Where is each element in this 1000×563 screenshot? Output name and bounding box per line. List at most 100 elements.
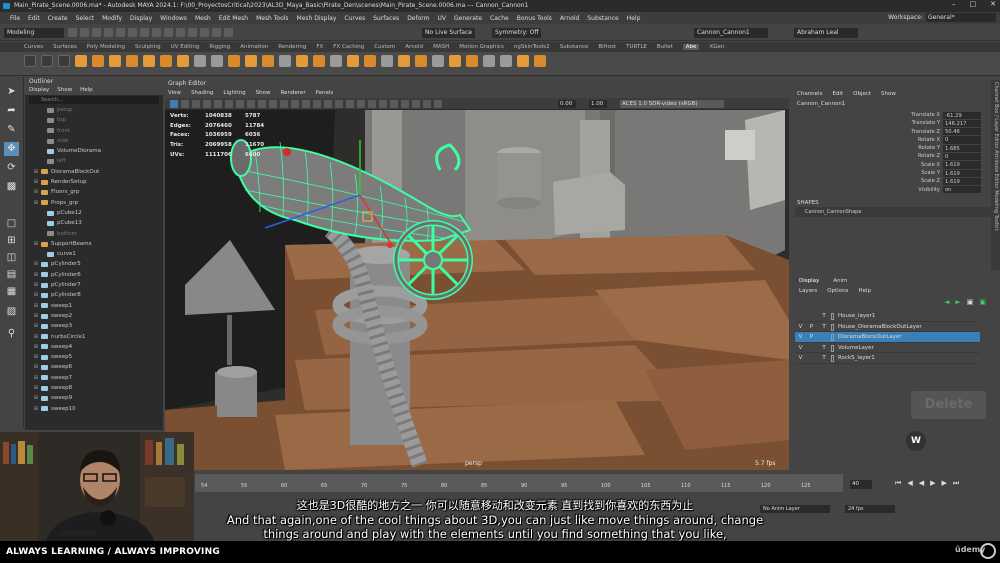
isolate-select-icon[interactable] xyxy=(390,100,398,108)
rotate-tool-icon[interactable]: ⟳ xyxy=(4,161,19,175)
menu-edit-mesh[interactable]: Edit Mesh xyxy=(219,15,248,22)
shelf-tab-custom[interactable]: Custom xyxy=(374,44,395,50)
channel-row[interactable]: Visibility on xyxy=(791,186,1000,194)
outliner-item[interactable]: ⊞ sweep9 xyxy=(25,393,163,403)
layout-persp-outliner-icon[interactable]: ▤ xyxy=(4,268,19,282)
anti-alias-icon[interactable] xyxy=(368,100,376,108)
layer-row[interactable]: V P T House_DioramaBlockOutLayer xyxy=(795,321,980,332)
channel-attr-value[interactable]: 0 xyxy=(943,136,981,144)
poly-pipe-icon[interactable] xyxy=(177,55,189,67)
quad-draw-icon[interactable] xyxy=(415,55,427,67)
layer-type-toggle[interactable]: T xyxy=(817,322,831,332)
layer-playback-toggle[interactable] xyxy=(806,343,817,353)
outliner-item[interactable]: front xyxy=(25,126,163,136)
shape-node-name[interactable]: Cannon_CannonShape xyxy=(795,206,996,217)
expand-icon[interactable]: ⊞ xyxy=(33,383,39,393)
magnify-icon[interactable]: ⚲ xyxy=(4,327,19,341)
layer-visibility-toggle[interactable]: V xyxy=(795,332,806,342)
image-plane-icon[interactable] xyxy=(203,100,211,108)
outliner-item[interactable]: ⊞ sweep8 xyxy=(25,383,163,393)
gamma-field[interactable]: 1.00 xyxy=(589,100,607,108)
shelf-tab-arnold[interactable]: Arnold xyxy=(405,44,423,50)
shelf-tab-curves[interactable]: Curves xyxy=(24,44,43,50)
time-slider[interactable]: 54 55 60 65 70 75 80 85 90 95 100 105 110 115 120 125 xyxy=(195,474,843,492)
outliner-item[interactable]: ⊞ sweep4 xyxy=(25,342,163,352)
menu-curves[interactable]: Curves xyxy=(344,15,365,22)
shelf-tab-bullet[interactable]: Bullet xyxy=(657,44,673,50)
select-tool-icon[interactable]: ➤ xyxy=(4,85,19,99)
outliner-item[interactable]: ⊞ DioramaBlockOut xyxy=(25,167,163,177)
menu-edit[interactable]: Edit xyxy=(28,15,40,22)
extrude-icon[interactable] xyxy=(228,55,240,67)
channel-menu-edit[interactable]: Edit xyxy=(832,91,843,97)
film-gate-icon[interactable] xyxy=(225,100,233,108)
menu-set-dropdown[interactable]: Modeling xyxy=(4,28,64,38)
channel-attr-value[interactable]: 1.685 xyxy=(943,144,981,152)
menu-mesh-tools[interactable]: Mesh Tools xyxy=(256,15,288,22)
menu-generate[interactable]: Generate xyxy=(454,15,482,22)
expand-icon[interactable]: ⊞ xyxy=(33,342,39,352)
object-name-field[interactable]: Cannon_Cannon1 xyxy=(694,28,768,38)
minimize-button[interactable]: – xyxy=(952,0,956,12)
viewport-menu-panels[interactable]: Panels xyxy=(316,89,334,98)
shelf-tab-xgen[interactable]: XGen xyxy=(709,44,724,50)
outliner-item[interactable]: ⊞ Floors_grp xyxy=(25,187,163,197)
layer-color-swatch[interactable] xyxy=(831,334,834,341)
layer-playback-toggle[interactable]: P xyxy=(806,322,817,332)
extra-tool-icon[interactable] xyxy=(517,55,529,67)
shelf-tab-turtle[interactable]: TURTLE xyxy=(626,44,647,50)
menu-cache[interactable]: Cache xyxy=(490,15,509,22)
select-hierarchy-icon[interactable] xyxy=(128,28,137,37)
layer-menu-options[interactable]: Options xyxy=(827,288,848,294)
outliner-item[interactable]: ⊞ pCylinder8 xyxy=(25,290,163,300)
freeze-shelf-icon[interactable] xyxy=(41,55,53,67)
layer-visibility-toggle[interactable] xyxy=(795,311,806,321)
expand-icon[interactable]: ⊞ xyxy=(33,290,39,300)
soft-select-icon[interactable] xyxy=(381,55,393,67)
safe-action-icon[interactable] xyxy=(269,100,277,108)
exposure-field[interactable]: 0.00 xyxy=(558,100,576,108)
symmetry-dropdown[interactable]: Symmetry: Off xyxy=(492,28,542,38)
workspace-dropdown[interactable]: General* xyxy=(926,13,996,22)
expand-icon[interactable]: ⊞ xyxy=(33,393,39,403)
lights-icon[interactable] xyxy=(324,100,332,108)
uv-editor-icon[interactable] xyxy=(398,55,410,67)
channel-row[interactable]: Rotate Y 1.685 xyxy=(791,144,1000,152)
outliner-item[interactable]: ⊞ sweep5 xyxy=(25,352,163,362)
poly-cone-icon[interactable] xyxy=(126,55,138,67)
smooth-icon[interactable] xyxy=(330,55,342,67)
menu-windows[interactable]: Windows xyxy=(160,15,187,22)
layer-type-toggle[interactable] xyxy=(817,332,831,342)
exposure-icon[interactable] xyxy=(434,100,442,108)
outliner-item[interactable]: ⊞ sweep3 xyxy=(25,321,163,331)
layout-single-icon[interactable]: □ xyxy=(4,217,19,231)
expand-icon[interactable]: ⊞ xyxy=(33,187,39,197)
layer-type-toggle[interactable]: T xyxy=(817,353,831,363)
viewport-menu-view[interactable]: View xyxy=(168,89,181,98)
combine-icon[interactable] xyxy=(194,55,206,67)
menu-display[interactable]: Display xyxy=(130,15,152,22)
outliner-item[interactable]: ⊞ sweep2 xyxy=(25,311,163,321)
go-end-icon[interactable]: ⏭ xyxy=(953,479,959,488)
outliner-item[interactable]: ⊞ pCylinder5 xyxy=(25,259,163,269)
viewport-menu-renderer[interactable]: Renderer xyxy=(280,89,305,98)
outliner-item[interactable]: top xyxy=(25,115,163,125)
outliner-item[interactable]: VolumeDiorama xyxy=(25,146,163,156)
channel-attr-value[interactable]: 1.619 xyxy=(943,169,981,177)
outliner-item[interactable]: pCube13 xyxy=(25,218,163,228)
menu-modify[interactable]: Modify xyxy=(102,15,122,22)
shelf-tab-motion-graphics[interactable]: Motion Graphics xyxy=(459,44,504,50)
expand-icon[interactable]: ⊞ xyxy=(33,332,39,342)
layer-color-swatch[interactable] xyxy=(831,323,834,331)
bridge-icon[interactable] xyxy=(245,55,257,67)
viewport-menu-shading[interactable]: Shading xyxy=(191,89,213,98)
soft-edge-icon[interactable] xyxy=(500,55,512,67)
shelf-tab-bifrost[interactable]: Bifrost xyxy=(598,44,616,50)
shelf-tab-fx-caching[interactable]: FX Caching xyxy=(333,44,364,50)
layer-move-down-icon[interactable]: ► xyxy=(955,298,960,306)
expand-icon[interactable]: ⊞ xyxy=(33,167,39,177)
layer-visibility-toggle[interactable]: V xyxy=(795,353,806,363)
play-forward-icon[interactable]: ▶ xyxy=(930,479,935,488)
layer-row[interactable]: V T RockS_layer1 xyxy=(795,353,980,364)
paint-select-icon[interactable]: ✎ xyxy=(4,123,19,137)
